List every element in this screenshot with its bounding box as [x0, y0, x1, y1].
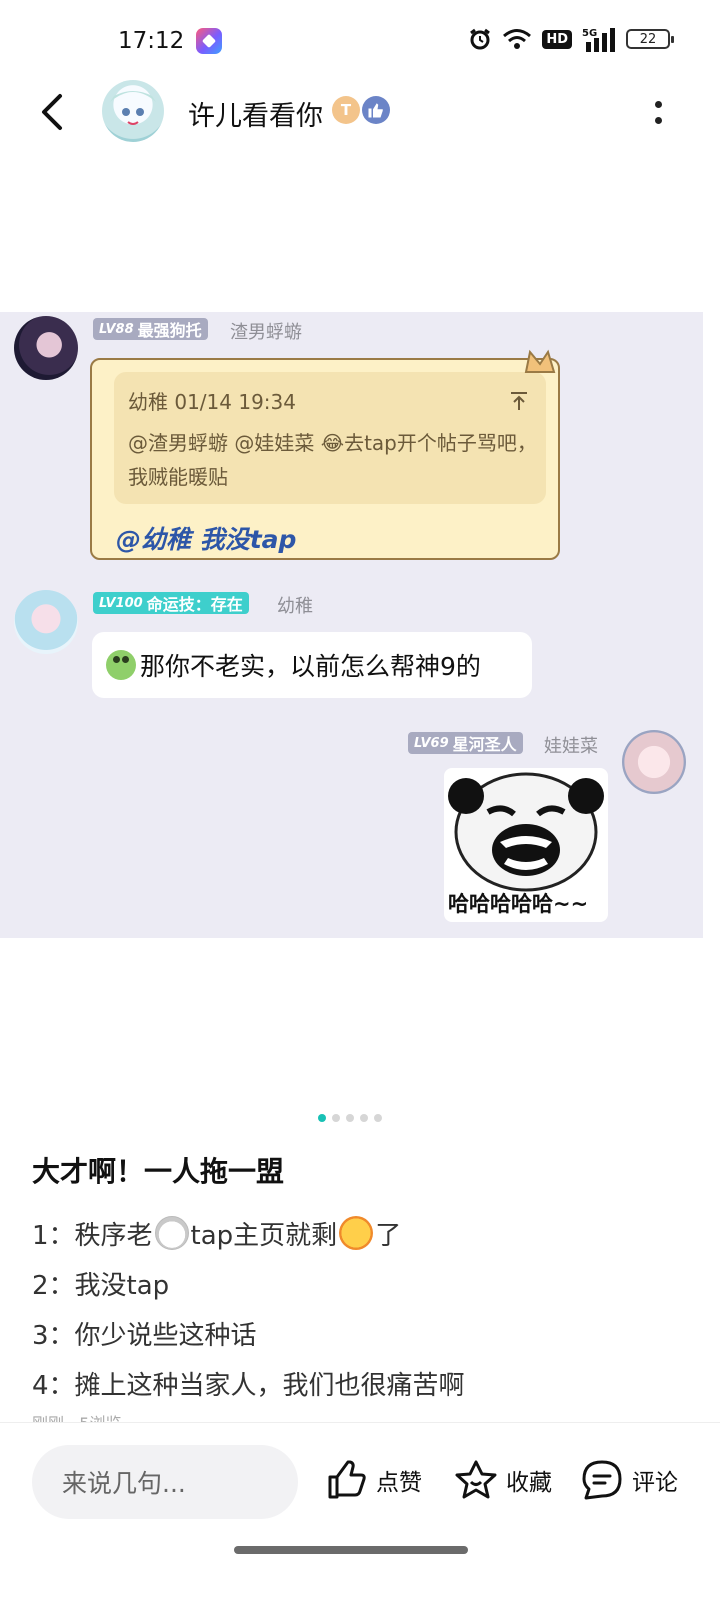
sticker-caption: 哈哈哈哈哈~~	[448, 892, 589, 916]
post-line-4: 4：摊上这种当家人，我们也很痛苦啊	[32, 1370, 465, 1401]
quoted-message: 幼稚 01/14 19:34 @渣男蜉蝣 @娃娃菜 😂去tap开个帖子骂吧，我贼…	[114, 372, 546, 504]
cat-emoji-icon	[154, 1216, 189, 1250]
chat-message-text: 那你不老实，以前怎么帮神9的	[140, 652, 481, 681]
comment-input[interactable]: 来说几句...	[32, 1445, 298, 1519]
thumbs-up-icon	[328, 1460, 366, 1499]
user-title-tag: LV100 命运技：存在	[93, 592, 249, 614]
chat-avatar-3	[622, 730, 686, 794]
author-level-badge: T	[332, 96, 360, 124]
home-indicator[interactable]	[234, 1546, 468, 1554]
header: 许儿看看你 T	[0, 72, 720, 152]
star-icon	[455, 1460, 497, 1499]
wifi-icon	[503, 29, 532, 49]
more-dot-icon	[654, 116, 662, 124]
user-title-tag: LV88 最强狗托	[93, 318, 208, 340]
post-content: 1：秩序老 tap主页就剩 了 2：我没tap 3：你少说些这种话 4：摊上这种…	[32, 1208, 692, 1408]
bottom-action-bar: 来说几句... 点赞 收藏 评论	[0, 1422, 720, 1540]
chat-bubble-yellow: 幼稚 01/14 19:34 @渣男蜉蝣 @娃娃菜 😂去tap开个帖子骂吧，我贼…	[90, 358, 560, 560]
cat-ears-icon	[524, 349, 556, 373]
panda-meme-sticker: 哈哈哈哈哈~~	[444, 768, 608, 922]
comment-bubble-icon	[582, 1460, 622, 1500]
post-title: 大才啊！一人拖一盟	[32, 1155, 285, 1188]
post-line-3: 3：你少说些这种话	[32, 1320, 257, 1351]
carousel-dot[interactable]	[346, 1114, 354, 1122]
post-image[interactable]: LV88 最强狗托 渣男蜉蝣 幼稚 01/14 19:34 @渣男蜉蝣 @娃娃菜…	[0, 312, 703, 938]
carousel-dot[interactable]	[360, 1114, 368, 1122]
author-avatar[interactable]	[102, 80, 164, 142]
quote-meta: 幼稚 01/14 19:34	[128, 390, 296, 414]
thumbs-up-badge-icon	[362, 96, 390, 124]
status-icons: HD 5G 22	[468, 26, 674, 52]
chat-username: 娃娃菜	[544, 736, 598, 757]
carousel-indicator	[318, 1114, 382, 1122]
carousel-dot[interactable]	[374, 1114, 382, 1122]
more-dot-icon	[654, 100, 662, 108]
status-time: 17:12	[118, 28, 185, 54]
alarm-icon	[470, 28, 491, 50]
panda-face-icon	[448, 772, 604, 892]
user-title-tag: LV69 星河圣人	[408, 732, 523, 754]
hd-badge: HD	[542, 29, 572, 49]
svg-text:5G: 5G	[582, 28, 597, 39]
carousel-dot[interactable]	[332, 1114, 340, 1122]
arrow-up-icon	[511, 392, 527, 410]
reply-text: @幼稚 我没tap	[116, 525, 297, 554]
favorite-button[interactable]: 收藏	[454, 1459, 552, 1501]
quote-text: @渣男蜉蝣 @娃娃菜 😂去tap开个帖子骂吧，我贼能暖贴	[128, 431, 537, 489]
chevron-left-icon	[42, 94, 62, 130]
frog-emoji-icon	[106, 650, 136, 680]
chat-avatar-2	[14, 590, 78, 654]
battery-indicator: 22	[626, 29, 674, 49]
love-emoji-icon	[339, 1216, 374, 1250]
post-line-2: 2：我没tap	[32, 1270, 170, 1301]
author-name[interactable]: 许儿看看你	[188, 94, 323, 133]
post-line-1: 1：秩序老 tap主页就剩 了	[32, 1208, 692, 1258]
chat-username: 幼稚	[277, 596, 313, 617]
back-button[interactable]	[28, 88, 76, 136]
app-notification-icon	[196, 28, 222, 54]
signal-5g-icon: 5G	[582, 28, 615, 52]
chat-bubble-white: 那你不老实，以前怎么帮神9的	[92, 632, 532, 698]
comment-button[interactable]: 评论	[580, 1459, 678, 1501]
chat-avatar-1	[14, 316, 78, 380]
carousel-dot[interactable]	[318, 1114, 326, 1122]
like-button[interactable]: 点赞	[326, 1459, 422, 1501]
more-options-button[interactable]	[646, 92, 670, 132]
chat-username: 渣男蜉蝣	[230, 322, 302, 343]
